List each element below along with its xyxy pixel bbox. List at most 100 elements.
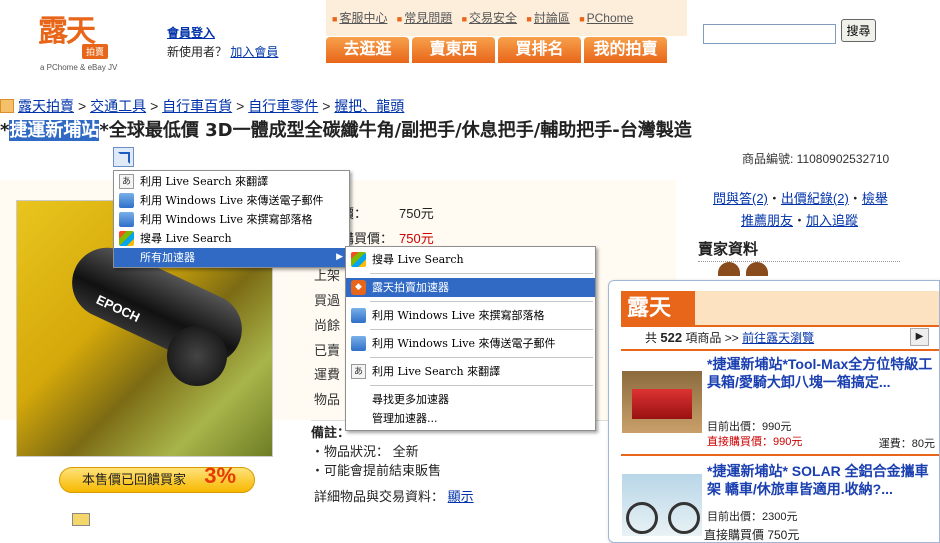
sponsor-icon[interactable] (72, 513, 90, 526)
top-link-service[interactable]: 客服中心 (339, 11, 387, 25)
search-input[interactable] (703, 24, 836, 44)
breadcrumb-handlebar[interactable]: 握把、龍頭 (334, 98, 404, 114)
preview-item-title[interactable]: *捷運新埔站* SOLAR 全鋁合金攜車架 轎車/休旅車皆適用.收納?... (707, 462, 935, 498)
main-nav: 去逛逛 賣東西 買排名 我的拍賣 (326, 37, 670, 63)
tab-sell[interactable]: 賣東西 (412, 37, 495, 63)
preview-count-prefix: 共 (645, 331, 658, 345)
submenu-item-label: 露天拍賣加速器 (372, 281, 449, 294)
follow-link[interactable]: 加入追蹤 (806, 213, 858, 228)
detail-label: 詳細物品與交易資料： (314, 489, 445, 504)
windows-live-icon (351, 308, 366, 323)
logo-tagline: a PChome & eBay JV (40, 63, 118, 72)
menu-item-label: 利用 Live Search 來翻譯 (140, 175, 269, 188)
preview-item-freight: 運費：80元 (878, 438, 935, 450)
accelerator-menu: あ利用 Live Search 來翻譯 利用 Windows Live 來傳送電… (113, 170, 350, 268)
note-condition: ・物品狀況： 全新 (311, 444, 419, 459)
top-link-pchome[interactable]: PChome (587, 11, 634, 25)
detail-show-link[interactable]: 顯示 (448, 489, 474, 504)
report-link[interactable]: 檢舉 (862, 191, 888, 206)
menu-item-label: 搜尋 Live Search (140, 232, 232, 245)
translate-icon: あ (351, 364, 366, 379)
submenu-divider (370, 301, 593, 302)
accelerator-submenu: 搜尋 Live Search ◆ 露天拍賣加速器 利用 Windows Live … (345, 246, 596, 431)
preview-item-direct-price: 直接購買價：990元 (707, 436, 803, 448)
submenu-arrow-icon: ▶ (336, 252, 343, 262)
preview-item-title[interactable]: *捷運新埔站*Tool-Max全方位特級工具箱/愛騎大卸八塊一箱搞定... (707, 355, 935, 391)
preview-logo: 露天 (621, 291, 695, 327)
item-actions: 問與答(2)・出價紀錄(2)・檢舉 推薦朋友・加入追蹤 (713, 191, 888, 228)
menu-item-live-blog[interactable]: 利用 Windows Live 來撰寫部落格 (114, 210, 349, 229)
top-link-forum[interactable]: 討論區 (534, 11, 570, 25)
preview-item-image[interactable] (622, 474, 702, 536)
breadcrumb-bicycle[interactable]: 自行車百貨 (162, 98, 232, 114)
home-icon (0, 99, 14, 113)
breadcrumb-transport[interactable]: 交通工具 (90, 98, 146, 114)
direct-price-value: 750元 (399, 231, 434, 246)
seller-avatar (718, 262, 778, 276)
menu-item-live-search[interactable]: 搜尋 Live Search (114, 229, 349, 248)
windows-live-icon (351, 336, 366, 351)
breadcrumb-home[interactable]: 露天拍賣 (18, 98, 74, 114)
tab-browse[interactable]: 去逛逛 (326, 37, 409, 63)
submenu-item-label: 尋找更多加速器 (372, 393, 449, 406)
preview-go-link[interactable]: 前往露天瀏覽 (742, 331, 814, 345)
menu-item-translate[interactable]: あ利用 Live Search 來翻譯 (114, 172, 349, 191)
preview-item-current-price: 目前出價：990元 (707, 421, 792, 433)
accelerator-button[interactable] (113, 147, 134, 167)
reward-label: 本售價已回饋買家 (82, 472, 187, 487)
info-label-bought: 買過 (314, 293, 341, 308)
preview-item-image[interactable] (622, 371, 702, 433)
seller-info-title: 賣家資料 (698, 238, 900, 262)
preview-next-button[interactable]: ▶ (910, 328, 929, 346)
member-area: 會員登入 新使用者？ 加入會員 (167, 24, 278, 62)
login-link[interactable]: 會員登入 (167, 26, 215, 40)
detail-row: 詳細物品與交易資料： 顯示 (314, 486, 474, 505)
item-number: 商品編號: 11080902532710 (742, 152, 890, 166)
join-link[interactable]: 加入會員 (230, 45, 278, 59)
top-link-faq[interactable]: 常見問題 (404, 11, 452, 25)
tab-my-auctions[interactable]: 我的拍賣 (584, 37, 667, 63)
menu-item-live-mail[interactable]: 利用 Windows Live 來傳送電子郵件 (114, 191, 349, 210)
submenu-item-label: 管理加速器... (372, 412, 438, 425)
submenu-item-live-blog[interactable]: 利用 Windows Live 來撰寫部落格 (346, 306, 595, 325)
new-user-label: 新使用者？ (167, 45, 228, 59)
search-button[interactable]: 搜尋 (841, 19, 876, 42)
windows-live-icon (119, 193, 134, 208)
bottom-direct-price: 直接購買價 750元 (704, 528, 800, 542)
avatar-part (746, 262, 768, 276)
recommend-link[interactable]: 推薦朋友 (741, 213, 793, 228)
submenu-item-label: 利用 Live Search 來翻譯 (372, 365, 501, 378)
breadcrumb-bicycle-parts[interactable]: 自行車零件 (248, 98, 318, 114)
submenu-item-translate[interactable]: あ利用 Live Search 來翻譯 (346, 362, 595, 381)
info-label-shipping: 運費 (314, 367, 341, 382)
submenu-item-live-mail[interactable]: 利用 Windows Live 來傳送電子郵件 (346, 334, 595, 353)
submenu-item-label: 搜尋 Live Search (372, 253, 464, 266)
top-link-safety[interactable]: 交易安全 (469, 11, 517, 25)
bid-history-link[interactable]: 出價紀錄(2) (781, 191, 849, 206)
ruten-logo[interactable]: 露天 拍賣 a PChome & eBay JV (30, 2, 118, 74)
breadcrumb: 露天拍賣 > 交通工具 > 自行車百貨 > 自行車零件 > 握把、龍頭 (0, 96, 408, 116)
preview-item-current-price: 目前出價：2300元 (707, 511, 798, 523)
qa-link[interactable]: 問與答(2) (713, 191, 768, 206)
tab-ranking[interactable]: 買排名 (498, 37, 581, 63)
logo-badge: 拍賣 (82, 44, 109, 59)
translate-icon: あ (119, 174, 134, 189)
submenu-item-label: 利用 Windows Live 來傳送電子郵件 (372, 337, 556, 350)
submenu-item-label: 利用 Windows Live 來撰寫部落格 (372, 309, 545, 322)
menu-item-label: 所有加速器 (140, 251, 195, 264)
submenu-item-find-more[interactable]: 尋找更多加速器 (346, 390, 595, 409)
menu-item-all-accelerators[interactable]: 所有加速器 ▶ (114, 248, 349, 267)
preview-count-suffix: 項商品 (685, 331, 722, 345)
info-label-item: 物品 (314, 392, 341, 407)
submenu-item-live-search[interactable]: 搜尋 Live Search (346, 250, 595, 269)
preview-count-value: 522 (660, 330, 683, 345)
reward-badge: 本售價已回饋買家 3% (59, 463, 255, 493)
submenu-item-ruten-accelerator[interactable]: ◆ 露天拍賣加速器 (346, 278, 595, 297)
preview-divider (621, 454, 939, 456)
title-selection[interactable]: 捷運新埔站 (9, 120, 100, 141)
windows-live-icon (119, 212, 134, 227)
submenu-item-manage[interactable]: 管理加速器... (346, 409, 595, 428)
title-rest: *全球最低價 3D一體成型全碳纖牛角/副把手/休息把手/輔助把手-台灣製造 (99, 120, 692, 141)
menu-item-label: 利用 Windows Live 來撰寫部落格 (140, 213, 313, 226)
reward-percent: 3% (204, 463, 236, 488)
